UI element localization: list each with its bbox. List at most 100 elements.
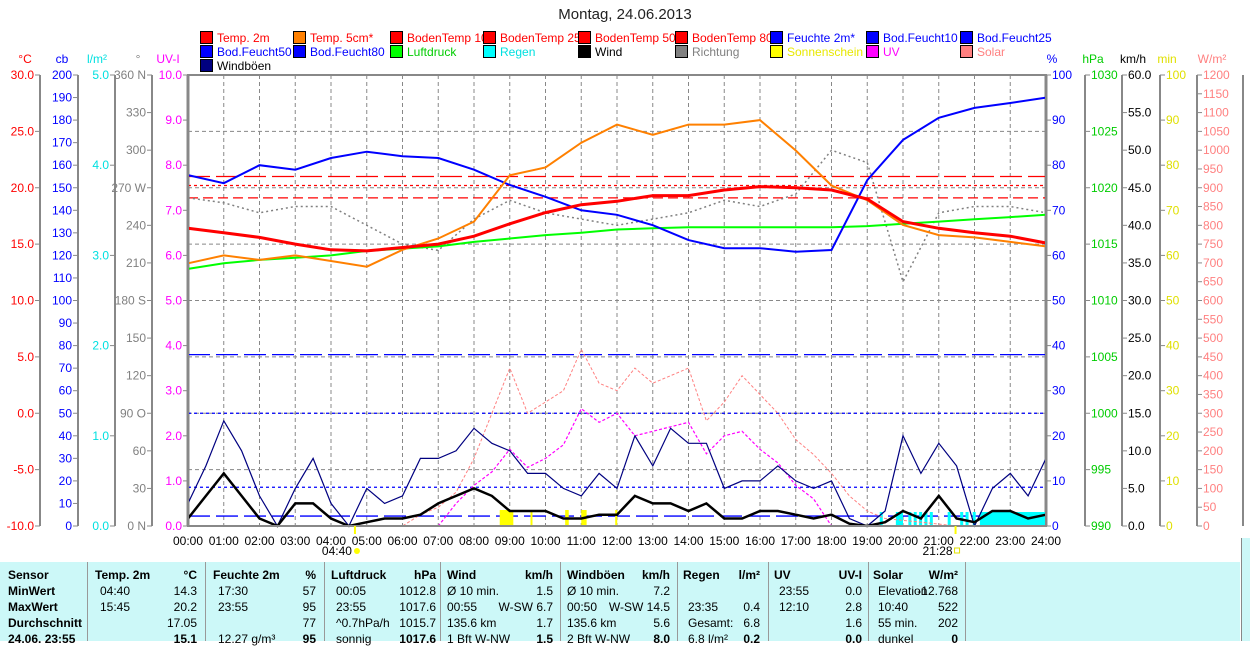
column-header: Sensor xyxy=(8,568,49,582)
cell-value: 1017.6 xyxy=(399,600,436,614)
axis-tick-label: 70 xyxy=(1052,203,1066,217)
cell-info: ^0.7hPa/h xyxy=(336,616,390,630)
x-tick-label: 12:00 xyxy=(602,534,632,548)
axis-tick-label: 2.0 xyxy=(165,429,182,443)
column-divider xyxy=(87,562,88,641)
axis-tick-label: 50 xyxy=(1166,294,1180,308)
axis-tick-label: 40 xyxy=(1166,339,1180,353)
column-unit: UV-I xyxy=(839,568,862,582)
axis-tick-label: 20 xyxy=(1166,429,1180,443)
axis-tick-label: 600 xyxy=(1203,294,1223,308)
rain-bar xyxy=(966,512,969,526)
axis-unit-label: l/m² xyxy=(87,52,107,66)
axis-tick-label: 160 xyxy=(52,158,72,172)
cell-info: 23:55 xyxy=(779,584,809,598)
axis-tick-label: 7.0 xyxy=(165,203,182,217)
axis-tick-label: 100 xyxy=(52,294,72,308)
x-tick-label: 01:00 xyxy=(209,534,239,548)
axis-tick-label: 30 xyxy=(59,451,73,465)
scrollbar[interactable] xyxy=(1241,538,1250,641)
axis-tick-label: 5.0 xyxy=(165,294,182,308)
axis-tick-label: 100 xyxy=(1203,481,1223,495)
rain-bar xyxy=(914,512,917,526)
cell-value: 1.6 xyxy=(845,616,862,630)
axis-tick-label: 90 O xyxy=(120,406,146,420)
axis-tick-label: 9.0 xyxy=(165,113,182,127)
column-header: Feuchte 2m xyxy=(213,568,280,582)
cell-info: 00:50 xyxy=(567,600,597,614)
x-tick-label: 09:00 xyxy=(495,534,525,548)
axis-tick-label: 60 xyxy=(133,444,147,458)
axis-tick-label: 70 xyxy=(1166,203,1180,217)
axis-tick-label: 90 xyxy=(59,316,73,330)
axis-tick-label: 90 xyxy=(1166,113,1180,127)
cell-value: 77 xyxy=(303,616,316,630)
axis-tick-label: 60 xyxy=(59,384,73,398)
x-tick-label: 10:00 xyxy=(530,534,560,548)
x-tick-label: 18:00 xyxy=(816,534,846,548)
series-line-solar xyxy=(188,349,1046,526)
axis-tick-label: 30 xyxy=(133,481,147,495)
axis-tick-label: 180 S xyxy=(115,294,146,308)
cell-value: 0.4 xyxy=(743,600,760,614)
axis-tick-label: 900 xyxy=(1203,181,1223,195)
row-label: Durchschnitt xyxy=(8,616,82,630)
cell-value: 14.3 xyxy=(174,584,197,598)
column-divider xyxy=(205,562,206,641)
axis-tick-label: 55.0 xyxy=(1128,106,1152,120)
axis-tick-label: 10.0 xyxy=(159,68,183,82)
axis-tick-label: 60.0 xyxy=(1128,68,1152,82)
axis-unit-label: cb xyxy=(56,52,69,66)
axis-tick-label: 20 xyxy=(59,474,73,488)
x-tick-label: 07:00 xyxy=(423,534,453,548)
cell-value: W-SW 6.7 xyxy=(499,600,553,614)
cell-info: 12.27 g/m³ xyxy=(218,632,275,646)
column-divider xyxy=(560,562,561,641)
sunset-label: 21:28 xyxy=(923,544,953,558)
axis-tick-label: 40 xyxy=(1052,339,1066,353)
column-unit: hPa xyxy=(414,568,436,582)
cell-value: 1.5 xyxy=(536,584,553,598)
axis-tick-label: 10 xyxy=(1052,474,1066,488)
x-tick-label: 05:00 xyxy=(352,534,382,548)
axis-tick-label: 40.0 xyxy=(1128,218,1152,232)
axis-unit-label: % xyxy=(1047,52,1058,66)
column-header: Regen xyxy=(683,568,720,582)
axis-tick-label: 0 N xyxy=(127,519,146,533)
cell-value: 95 xyxy=(303,632,316,646)
column-divider xyxy=(324,562,325,641)
axis-tick-label: 25.0 xyxy=(11,124,35,138)
axis-tick-label: 850 xyxy=(1203,200,1223,214)
cell-info: 04:40 xyxy=(100,584,130,598)
column-unit: km/h xyxy=(525,568,553,582)
axis-tick-label: 10 xyxy=(1166,474,1180,488)
sun-icon xyxy=(354,548,360,554)
cell-info: 23:55 xyxy=(218,600,248,614)
axis-tick-label: 50 xyxy=(1203,500,1217,514)
axis-tick-label: 1000 xyxy=(1203,143,1230,157)
axis-tick-label: 200 xyxy=(52,68,72,82)
axis-tick-label: 990 xyxy=(1091,519,1111,533)
axis-tick-label: 330 xyxy=(126,106,146,120)
x-tick-label: 11:00 xyxy=(567,534,596,548)
x-tick-label: 08:00 xyxy=(459,534,489,548)
x-tick-label: 13:00 xyxy=(638,534,668,548)
x-tick-label: 15:00 xyxy=(709,534,739,548)
axis-tick-label: 170 xyxy=(52,136,72,150)
axis-tick-label: 1020 xyxy=(1091,181,1118,195)
axis-tick-label: 0 xyxy=(1052,519,1059,533)
x-tick-label: 02:00 xyxy=(244,534,274,548)
axis-tick-label: 5.0 xyxy=(92,68,109,82)
axis-tick-label: 1.0 xyxy=(165,474,182,488)
cell-value: 5.6 xyxy=(653,616,670,630)
axis-tick-label: 35.0 xyxy=(1128,256,1152,270)
cell-value: 95 xyxy=(303,600,316,614)
row-label: 24.06. 23:55 xyxy=(8,632,75,646)
axis-tick-label: 3.0 xyxy=(165,384,182,398)
row-label: MinWert xyxy=(8,584,55,598)
axis-tick-label: 1050 xyxy=(1203,124,1230,138)
cell-info: 00:55 xyxy=(447,600,477,614)
axis-tick-label: 190 xyxy=(52,91,72,105)
axis-tick-label: 500 xyxy=(1203,331,1223,345)
axis-tick-label: 10 xyxy=(59,496,73,510)
